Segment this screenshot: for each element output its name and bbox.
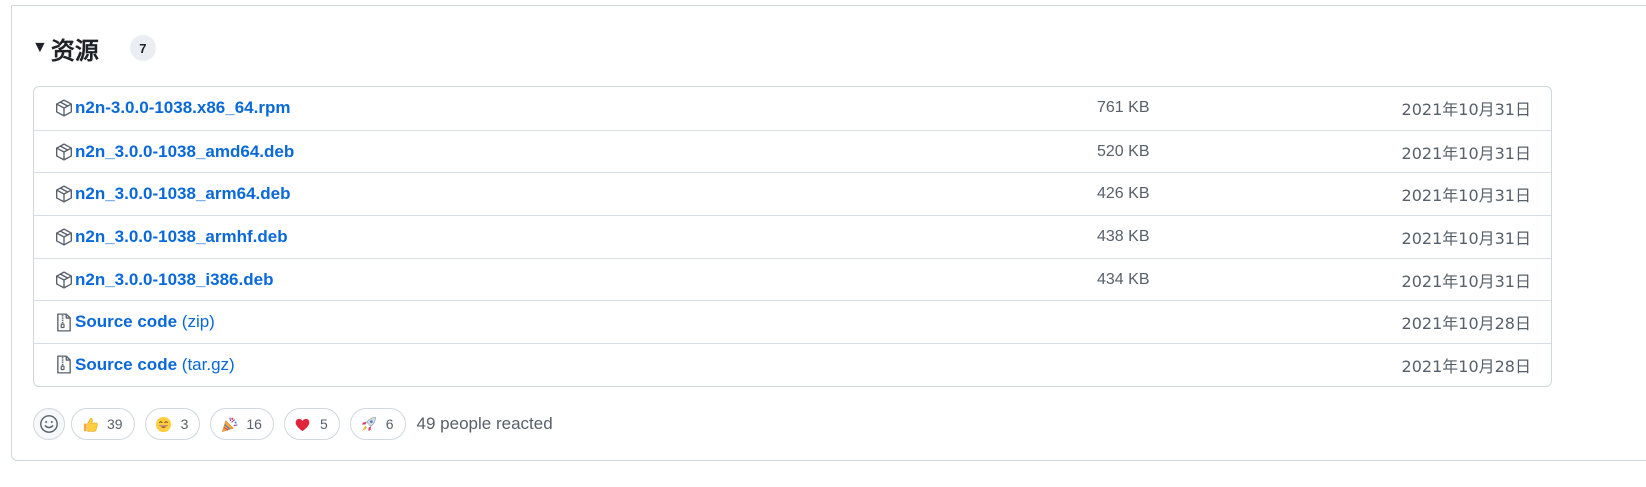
asset-link[interactable]: n2n-3.0.0-1038.x86_64.rpm [75,98,290,118]
thumbs-up-icon [81,415,99,433]
reaction-thumbs-up[interactable]: 39 [71,408,135,440]
reaction-count: 16 [246,416,262,432]
package-icon [54,270,74,290]
reaction-rocket[interactable]: 6 [349,408,406,440]
assets-toggle[interactable]: ▼ 资源 7 [32,30,156,66]
assets-count-badge: 7 [129,35,156,61]
asset-row: Source code (tar.gz) 2021年10月28日 [34,343,1551,386]
tada-icon [220,415,238,433]
asset-date: 2021年10月31日 [1401,228,1531,248]
reactions-summary: 49 people reacted [416,414,553,433]
reaction-count: 6 [385,416,394,432]
smiley-icon [40,415,58,433]
caret-down-icon: ▼ [32,39,48,56]
add-reaction-button[interactable] [33,408,65,440]
asset-size: 434 KB [1097,270,1150,288]
asset-row: n2n_3.0.0-1038_amd64.deb 520 KB 2021年10月… [34,129,1551,173]
source-code-targz-link[interactable]: Source code (tar.gz) [75,355,235,375]
package-icon [54,184,74,204]
reaction-count: 39 [107,416,123,432]
rocket-icon [360,415,378,433]
asset-date: 2021年10月31日 [1401,143,1531,163]
heart-icon [294,415,312,433]
asset-link[interactable]: n2n_3.0.0-1038_armhf.deb [75,227,288,247]
reaction-count: 5 [319,416,328,432]
asset-size: 520 KB [1097,142,1150,160]
asset-date: 2021年10月31日 [1401,186,1531,206]
reaction-tada[interactable]: 16 [210,408,274,440]
asset-link[interactable]: n2n_3.0.0-1038_i386.deb [75,270,273,290]
package-icon [54,227,74,247]
asset-link[interactable]: n2n_3.0.0-1038_arm64.deb [75,184,290,204]
file-zip-icon [54,312,74,332]
assets-title: 资源 [50,36,99,65]
reaction-heart[interactable]: 5 [283,408,340,440]
asset-size: 438 KB [1097,227,1150,245]
package-icon [54,142,74,162]
asset-date: 2021年10月28日 [1401,356,1531,376]
asset-size: 426 KB [1097,185,1150,203]
asset-date: 2021年10月28日 [1401,314,1531,334]
asset-row: n2n_3.0.0-1038_armhf.deb 438 KB 2021年10月… [34,215,1551,258]
source-code-zip-link[interactable]: Source code (zip) [75,312,215,332]
asset-list: n2n-3.0.0-1038.x86_64.rpm 761 KB 2021年10… [33,86,1552,387]
reaction-smile[interactable]: 3 [144,408,201,440]
file-zip-icon [54,355,74,375]
asset-date: 2021年10月31日 [1401,271,1531,291]
asset-date: 2021年10月31日 [1401,100,1531,120]
asset-size: 761 KB [1097,99,1150,117]
asset-row: n2n_3.0.0-1038_arm64.deb 426 KB 2021年10月… [34,172,1551,215]
asset-row: n2n-3.0.0-1038.x86_64.rpm 761 KB 2021年10… [34,87,1551,130]
package-icon [54,98,74,118]
asset-row: Source code (zip) 2021年10月28日 [34,300,1551,343]
asset-row: n2n_3.0.0-1038_i386.deb 434 KB 2021年10月3… [34,257,1551,301]
asset-link[interactable]: n2n_3.0.0-1038_amd64.deb [75,142,294,162]
reactions-bar: 39 3 16 5 6 49 people reacted [33,407,553,441]
reaction-count: 3 [180,416,189,432]
smile-icon [155,415,173,433]
